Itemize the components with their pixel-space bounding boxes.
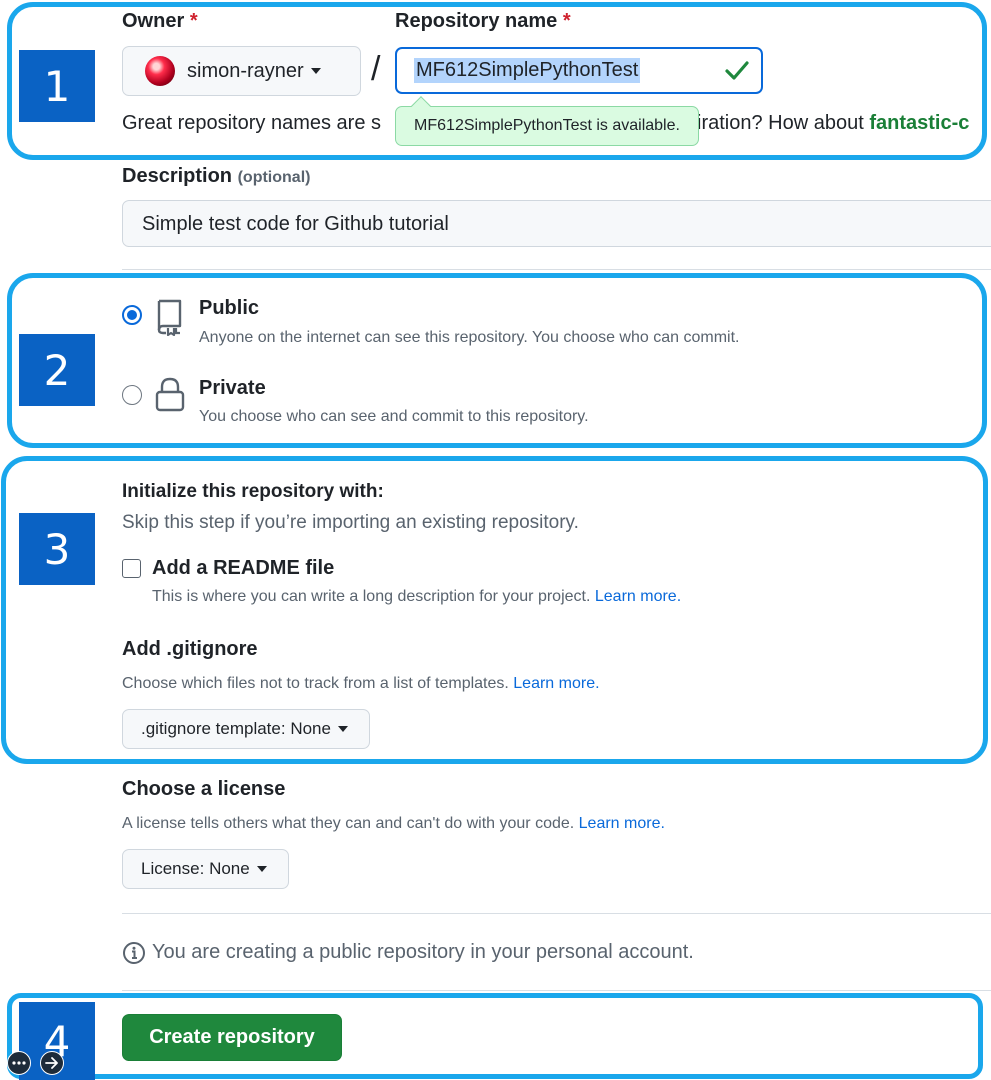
callout-frame-1 [7, 2, 987, 160]
step-badge-2: 2 [19, 334, 95, 406]
step-badge-1: 1 [19, 50, 95, 122]
license-desc-text: A license tells others what they can and… [122, 815, 575, 832]
divider [122, 990, 991, 991]
callout-frame-3 [1, 456, 988, 764]
info-icon [123, 942, 145, 964]
next-arrow-icon[interactable] [40, 1051, 64, 1075]
callout-frame-2 [7, 273, 987, 448]
chevron-down-icon [256, 866, 267, 872]
license-button-value: None [209, 859, 250, 878]
divider [122, 269, 991, 270]
optional-tag: (optional) [237, 169, 311, 186]
divider [122, 913, 991, 914]
license-button-prefix: License: [141, 859, 205, 878]
more-options-icon[interactable] [7, 1051, 31, 1075]
callout-frame-4 [7, 993, 983, 1079]
license-learn-more-link[interactable]: Learn more. [579, 815, 665, 832]
license-title: Choose a license [122, 778, 286, 800]
description-label-text: Description [122, 165, 233, 187]
description-input[interactable]: Simple test code for Github tutorial [122, 200, 991, 247]
license-description: A license tells others what they can and… [122, 815, 665, 833]
public-repo-notice: You are creating a public repository in … [152, 941, 694, 963]
description-label: Description (optional) [122, 165, 310, 188]
license-button[interactable]: License: None [122, 849, 289, 889]
arrow-right-icon [45, 1057, 58, 1069]
step-badge-3: 3 [19, 513, 95, 585]
ellipsis-icon [12, 1061, 26, 1065]
description-value: Simple test code for Github tutorial [142, 213, 449, 235]
